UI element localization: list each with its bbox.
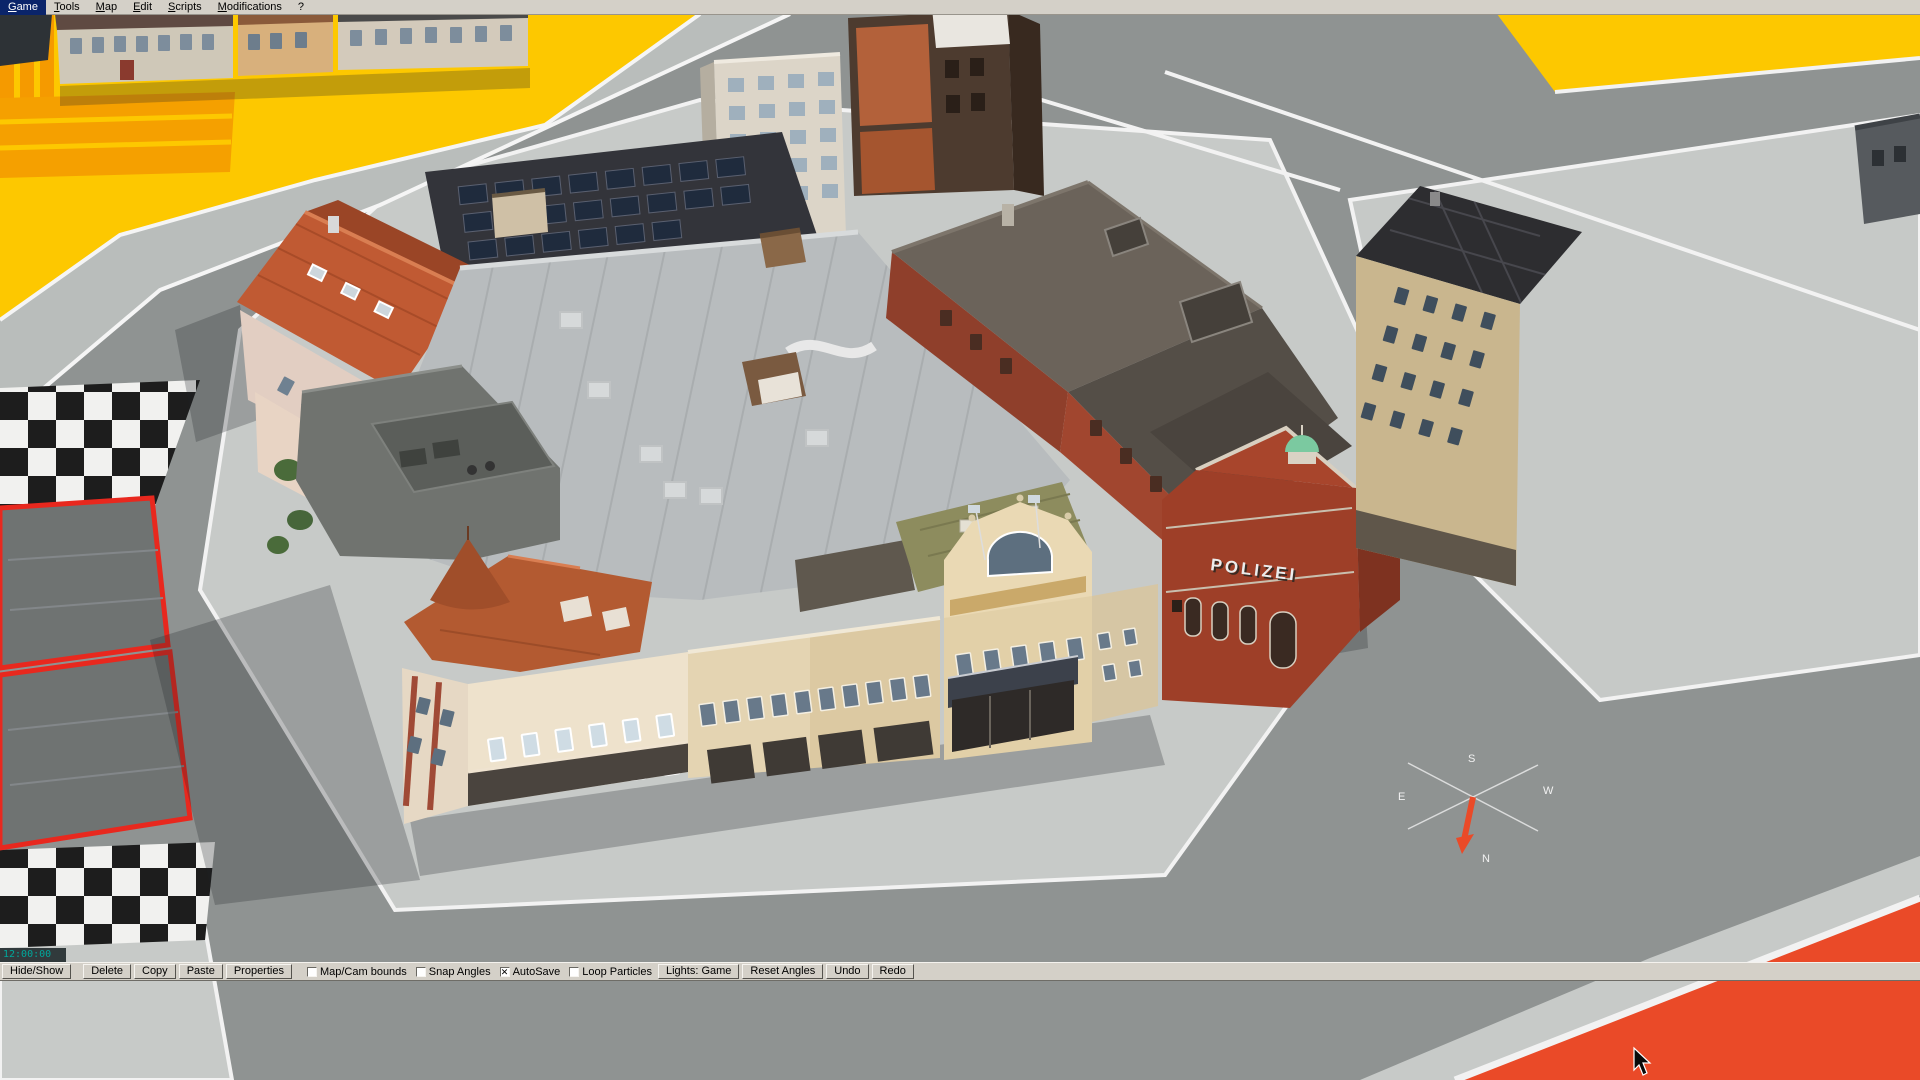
menu-modifications[interactable]: Modifications <box>210 0 290 15</box>
hide-show-button[interactable]: Hide/Show <box>2 964 71 979</box>
compass-label-e: E <box>1398 791 1405 803</box>
menu-edit[interactable]: Edit <box>125 0 160 15</box>
properties-button[interactable]: Properties <box>226 964 292 979</box>
delete-button[interactable]: Delete <box>83 964 131 979</box>
checkbox-snap-angles[interactable]: Snap Angles <box>413 966 494 978</box>
building-far-right[interactable] <box>1855 116 1920 224</box>
loop-particles-checkbox-box[interactable] <box>569 967 579 977</box>
autosave-checkbox-box[interactable]: ✕ <box>500 967 510 977</box>
autosave-label: AutoSave <box>513 966 561 978</box>
building-tower-brown[interactable] <box>848 4 1044 196</box>
compass-label-s: S <box>1468 753 1475 765</box>
undo-button[interactable]: Undo <box>826 964 868 979</box>
redo-button[interactable]: Redo <box>872 964 914 979</box>
editor-toolbar: Hide/Show Delete Copy Paste Properties M… <box>0 962 1920 981</box>
snap-angles-checkbox-box[interactable] <box>416 967 426 977</box>
map-cam-bounds-checkbox-box[interactable] <box>307 967 317 977</box>
building-small-facade[interactable] <box>1092 584 1158 722</box>
reset-angles-button[interactable]: Reset Angles <box>742 964 823 979</box>
checkbox-map-cam-bounds[interactable]: Map/Cam bounds <box>304 966 410 978</box>
game-clock: 12:00:00 <box>0 948 66 962</box>
checkbox-loop-particles[interactable]: Loop Particles <box>566 966 655 978</box>
menu-map[interactable]: Map <box>88 0 125 15</box>
menu-scripts[interactable]: Scripts <box>160 0 210 15</box>
building-theater[interactable] <box>944 495 1092 761</box>
copy-button[interactable]: Copy <box>134 964 176 979</box>
lights-game-button[interactable]: Lights: Game <box>658 964 739 979</box>
menu-help[interactable]: ? <box>290 0 312 15</box>
menu-tools[interactable]: Tools <box>46 0 88 15</box>
scene-svg[interactable]: POLIZEI POLIZEI <box>0 0 1920 1080</box>
game-clock-value: 12:00:00 <box>3 949 51 960</box>
viewport-3d-scene[interactable]: POLIZEI POLIZEI <box>0 0 1920 1080</box>
compass-label-w: W <box>1543 785 1554 797</box>
loop-particles-label: Loop Particles <box>582 966 652 978</box>
menu-game[interactable]: Game <box>0 0 46 15</box>
parking-lot-selected-1[interactable] <box>0 498 168 668</box>
checkbox-autosave[interactable]: ✕ AutoSave <box>497 966 564 978</box>
paste-button[interactable]: Paste <box>179 964 223 979</box>
menu-bar: Game Tools Map Edit Scripts Modification… <box>0 0 1920 15</box>
snap-angles-label: Snap Angles <box>429 966 491 978</box>
map-cam-bounds-label: Map/Cam bounds <box>320 966 407 978</box>
compass-label-n: N <box>1482 853 1490 865</box>
